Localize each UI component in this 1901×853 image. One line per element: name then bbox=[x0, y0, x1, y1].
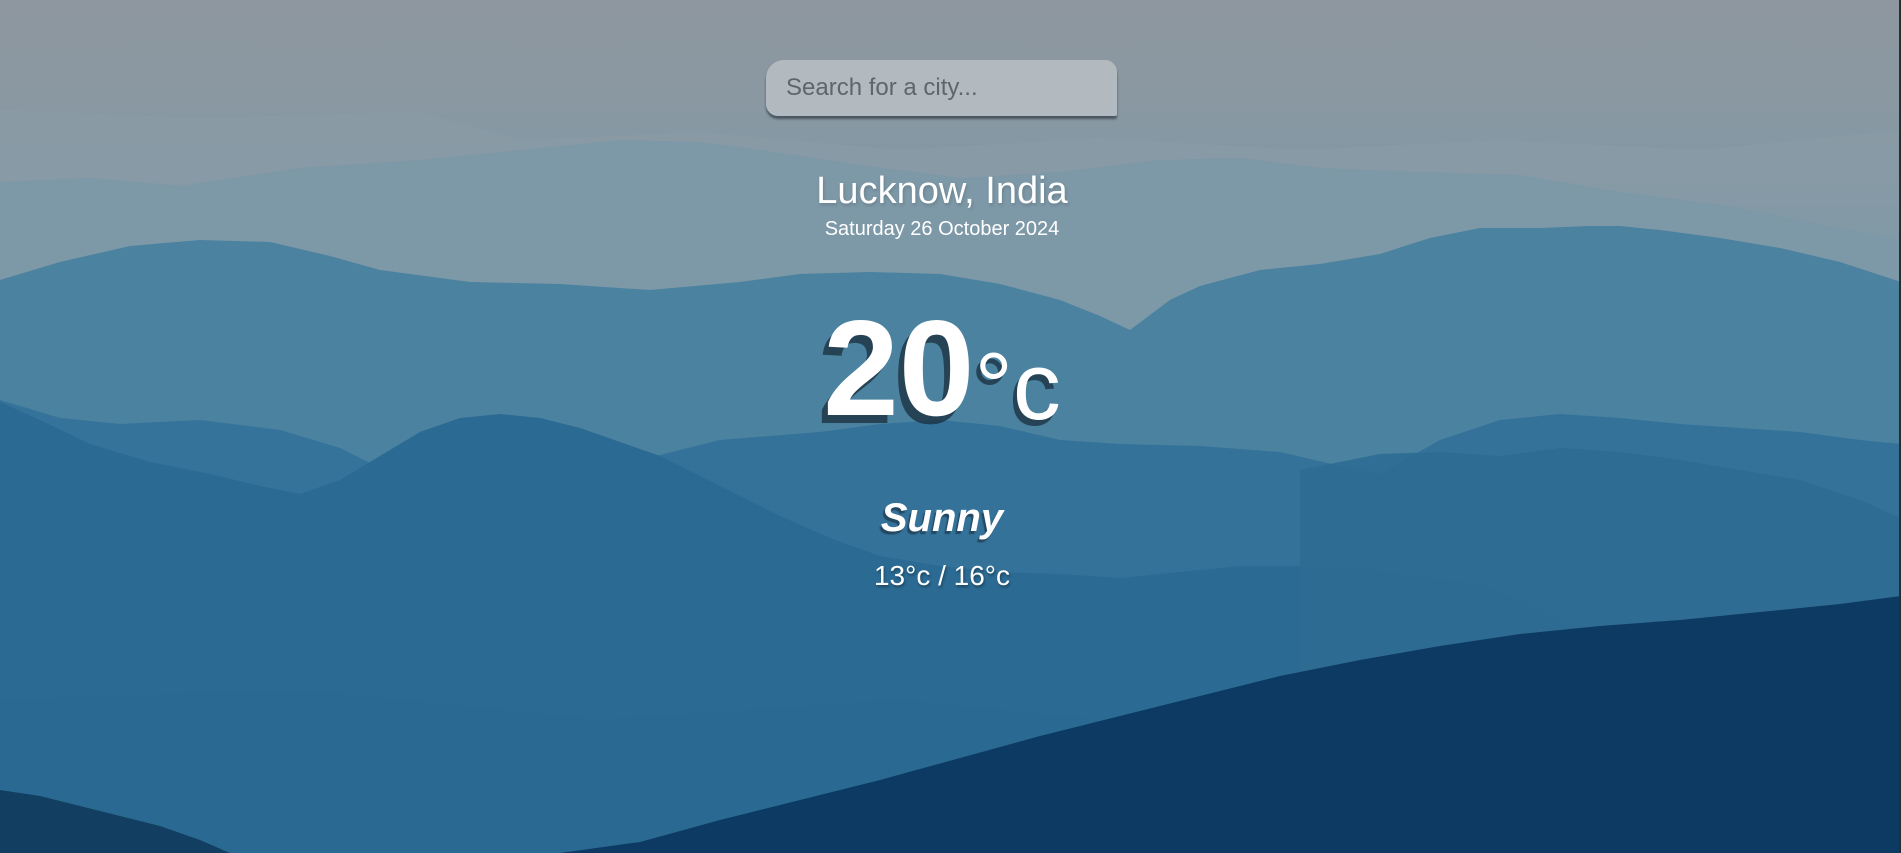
temperature-unit: °c bbox=[974, 333, 1061, 440]
location-name: Lucknow, India bbox=[816, 170, 1068, 212]
temperature-range: 13°c / 16°c bbox=[873, 560, 1011, 591]
current-date: Saturday 26 October 2024 bbox=[824, 218, 1060, 240]
temperature-value: 20 bbox=[823, 292, 975, 444]
weather-condition: Sunny bbox=[880, 496, 1004, 540]
city-search-input[interactable] bbox=[766, 60, 1117, 116]
weather-app: Lucknow, India Saturday 26 October 2024 … bbox=[0, 0, 1901, 853]
temperature-display: 20°c bbox=[0, 300, 1884, 436]
